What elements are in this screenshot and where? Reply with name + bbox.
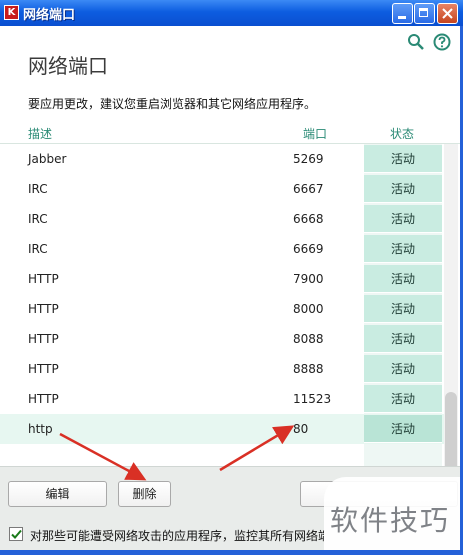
watermark-text: 软件技巧 [330, 504, 451, 537]
checkmark-icon [11, 529, 22, 539]
row-status[interactable]: 活动 [364, 415, 442, 443]
restart-notice: 要应用更改，建议您重启浏览器和其它网络应用程序。 [28, 97, 317, 111]
close-button[interactable] [437, 3, 458, 24]
search-icon[interactable] [407, 33, 425, 51]
row-description: http [28, 422, 53, 436]
row-port: 7900 [293, 272, 324, 286]
column-header-status[interactable]: 状态 [390, 125, 414, 142]
maximize-button[interactable] [414, 3, 435, 24]
row-port: 8888 [293, 362, 324, 376]
close-icon [442, 8, 453, 19]
watermark: 软件技巧 [324, 477, 460, 550]
edit-button[interactable]: 编辑 [8, 481, 107, 507]
row-port: 6668 [293, 212, 324, 226]
delete-button[interactable]: 删除 [118, 481, 171, 507]
row-description: HTTP [28, 392, 59, 406]
table-row[interactable]: IRC 6668 活动 [0, 204, 444, 234]
row-status[interactable]: 活动 [364, 145, 442, 173]
table-row[interactable]: IRC 6667 活动 [0, 174, 444, 204]
monitor-all-ports-label[interactable]: 对那些可能遭受网络攻击的应用程序，监控其所有网络端 [30, 527, 324, 544]
row-description: IRC [28, 242, 48, 256]
monitor-all-ports-checkbox[interactable] [9, 527, 23, 541]
table-scrollbar[interactable] [444, 144, 458, 489]
table-row[interactable]: HTTP 8888 活动 [0, 354, 444, 384]
column-header-description[interactable]: 描述 [28, 125, 52, 142]
row-status[interactable]: 活动 [364, 295, 442, 323]
row-port: 11523 [293, 392, 332, 406]
title-bar[interactable]: K 网络端口 [0, 0, 463, 26]
minimize-button[interactable] [392, 3, 413, 24]
table-row[interactable]: Jabber 5269 活动 [0, 144, 444, 174]
row-port: 80 [293, 422, 309, 436]
table-header: 描述 端口 状态 [0, 122, 460, 144]
window-border-bottom [0, 550, 463, 555]
row-port: 8088 [293, 332, 324, 346]
row-description: HTTP [28, 362, 59, 376]
row-status[interactable]: 活动 [364, 325, 442, 353]
table-row[interactable]: HTTP 8088 活动 [0, 324, 444, 354]
row-port: 6669 [293, 242, 324, 256]
window-title: 网络端口 [23, 8, 76, 23]
row-description: HTTP [28, 302, 59, 316]
help-icon[interactable] [433, 33, 451, 51]
row-description: IRC [28, 182, 48, 196]
row-status[interactable]: 活动 [364, 175, 442, 203]
app-logo-icon: K [4, 5, 19, 20]
row-description: IRC [28, 212, 48, 226]
row-status[interactable]: 活动 [364, 205, 442, 233]
row-status[interactable]: 活动 [364, 235, 442, 263]
dialog-content: 网络端口 要应用更改，建议您重启浏览器和其它网络应用程序。 描述 端口 状态 J… [0, 26, 460, 551]
table-row[interactable]: HTTP 11523 活动 [0, 384, 444, 414]
app-window: K 网络端口 网络端口 要应用更改，建议您重启浏览器和其它网络应用程序。 描述 … [0, 0, 463, 555]
table-row[interactable]: http 80 活动 [0, 414, 444, 444]
row-status[interactable]: 活动 [364, 265, 442, 293]
row-description: HTTP [28, 272, 59, 286]
table-row[interactable]: HTTP 8000 活动 [0, 294, 444, 324]
table-row[interactable]: IRC 6669 活动 [0, 234, 444, 264]
row-port: 5269 [293, 152, 324, 166]
table-row[interactable]: HTTP 7900 活动 [0, 264, 444, 294]
row-description: HTTP [28, 332, 59, 346]
port-table: Jabber 5269 活动 IRC 6667 活动 IRC 6668 活动 I… [0, 144, 444, 444]
page-title: 网络端口 [28, 54, 108, 78]
column-header-port[interactable]: 端口 [303, 125, 327, 142]
row-port: 6667 [293, 182, 324, 196]
row-port: 8000 [293, 302, 324, 316]
row-status[interactable]: 活动 [364, 385, 442, 413]
row-status[interactable]: 活动 [364, 355, 442, 383]
row-description: Jabber [28, 152, 67, 166]
